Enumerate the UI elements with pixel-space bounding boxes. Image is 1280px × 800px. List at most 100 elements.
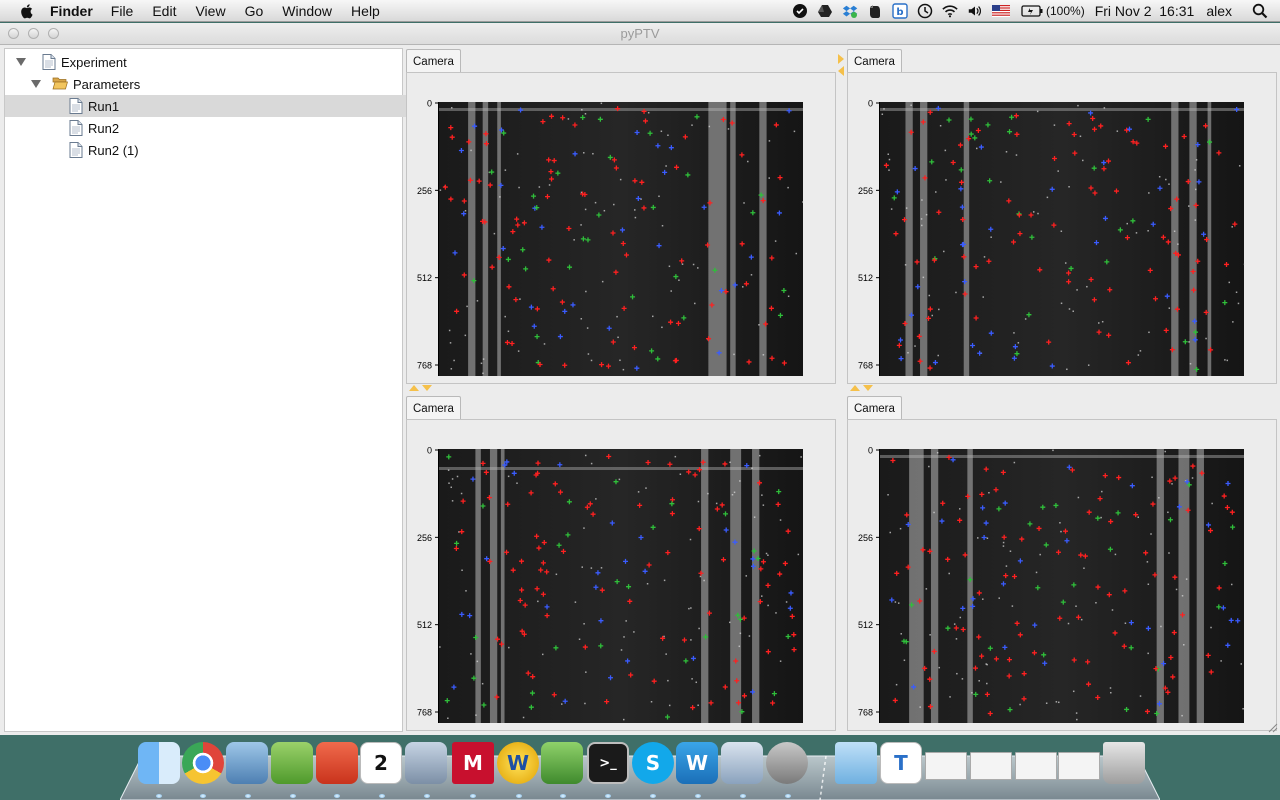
- window-thumb-icon[interactable]: [1058, 752, 1100, 780]
- camera-tab-1[interactable]: Camera 1: [406, 49, 461, 92]
- particle-speck: [660, 130, 663, 133]
- camera-image-plot[interactable]: 0 256 512 768: [848, 73, 1276, 383]
- chrome-icon[interactable]: [182, 742, 224, 784]
- menu-app-name[interactable]: Finder: [50, 3, 93, 19]
- window-thumb-icon[interactable]: [925, 752, 967, 780]
- particle-speck: [697, 267, 699, 269]
- window-thumb-icon[interactable]: [970, 752, 1012, 780]
- particle-speck: [887, 494, 889, 496]
- tube-wall-highlight: [497, 102, 501, 376]
- wing-icon[interactable]: W: [497, 742, 539, 784]
- evernote-icon[interactable]: [271, 742, 313, 784]
- drive-tray-icon[interactable]: [817, 3, 833, 19]
- resize-grip-icon[interactable]: [1266, 721, 1278, 733]
- volume-icon[interactable]: [967, 3, 983, 19]
- y-tick-label: 512: [858, 273, 873, 283]
- tree-node-run1[interactable]: Run1: [5, 95, 466, 117]
- tree-node-run2-copy[interactable]: Run2 (1): [5, 139, 466, 161]
- particle-speck: [888, 169, 890, 171]
- rocket-icon[interactable]: [766, 742, 808, 784]
- menu-go[interactable]: Go: [245, 3, 264, 19]
- particle-speck: [633, 631, 635, 633]
- particle-speck: [1235, 291, 1238, 294]
- trash-icon[interactable]: [1103, 742, 1145, 784]
- dropbox-tray-icon[interactable]: [842, 3, 858, 19]
- camera-image-plot[interactable]: 0 256 512 768: [848, 420, 1276, 730]
- menu-edit[interactable]: Edit: [152, 3, 176, 19]
- disclosure-open-icon[interactable]: [31, 79, 41, 89]
- splitter-handle-icon[interactable]: [849, 384, 879, 392]
- finder-icon[interactable]: [138, 742, 180, 784]
- particle-speck: [476, 300, 479, 302]
- particle-speck: [584, 113, 587, 115]
- textedit-icon[interactable]: T: [880, 742, 922, 784]
- camera-tab-2[interactable]: Camera 2: [847, 49, 902, 92]
- close-window-button[interactable]: [8, 28, 19, 39]
- wifi-icon[interactable]: [942, 3, 958, 19]
- us-flag-icon[interactable]: [992, 3, 1011, 19]
- disclosure-open-icon[interactable]: [16, 57, 26, 67]
- particle-speck: [1211, 502, 1213, 505]
- camera-view-2[interactable]: 0 256 512 768: [847, 72, 1277, 384]
- menu-view[interactable]: View: [195, 3, 225, 19]
- battery-icon[interactable]: [1021, 3, 1043, 19]
- particle-speck: [975, 147, 978, 150]
- word-icon[interactable]: W: [676, 742, 718, 784]
- time-machine-tray-icon[interactable]: [917, 3, 933, 19]
- zoom-window-button[interactable]: [48, 28, 59, 39]
- camera-view-4[interactable]: 0 256 512 768: [847, 419, 1277, 731]
- particle-speck: [620, 649, 623, 651]
- todo-icon[interactable]: [316, 742, 358, 784]
- iphoto-icon[interactable]: [405, 742, 447, 784]
- tube-wall-highlight: [500, 449, 505, 723]
- camera-view-3[interactable]: 0 256 512 768: [406, 419, 836, 731]
- window-titlebar[interactable]: pyPTV: [0, 23, 1280, 45]
- particle-speck: [1077, 104, 1079, 107]
- particle-speck: [955, 291, 957, 294]
- splitter-handle-icon[interactable]: [837, 52, 845, 78]
- particle-speck: [971, 692, 973, 694]
- minimize-window-button[interactable]: [28, 28, 39, 39]
- particle-speck: [516, 482, 518, 484]
- particle-speck: [1015, 154, 1018, 156]
- apple-icon[interactable]: [18, 2, 36, 20]
- camera-tab-3[interactable]: Camera 3: [406, 396, 461, 439]
- particle-speck: [1194, 169, 1196, 171]
- spotlight-search-icon[interactable]: [1252, 3, 1268, 19]
- splitter-handle-icon[interactable]: [408, 384, 438, 392]
- tree-node-run2[interactable]: Run2: [5, 117, 466, 139]
- mendeley-icon[interactable]: M: [452, 742, 494, 784]
- particle-speck: [690, 607, 692, 609]
- terminal-icon[interactable]: >_: [587, 742, 629, 784]
- clock[interactable]: Fri Nov 2 16:31: [1095, 3, 1195, 19]
- particle-speck: [748, 635, 751, 637]
- menu-window[interactable]: Window: [282, 3, 332, 19]
- particle-speck: [953, 623, 956, 625]
- tube-wall-highlight: [1196, 449, 1204, 723]
- word-glyph: W: [685, 751, 709, 775]
- mail-icon[interactable]: [226, 742, 268, 784]
- particle-speck: [961, 678, 964, 680]
- skype-icon[interactable]: S: [632, 742, 674, 784]
- evernote-tray-icon[interactable]: [867, 3, 883, 19]
- menu-file[interactable]: File: [111, 3, 134, 19]
- camera-image-plot[interactable]: 0 256 512 768: [407, 420, 835, 730]
- particle-speck: [650, 700, 653, 703]
- tree-node-experiment[interactable]: Experiment: [5, 51, 413, 73]
- github-icon[interactable]: [721, 742, 763, 784]
- camera-tab-4[interactable]: Camera 4: [847, 396, 902, 439]
- tube-wall-highlight: [730, 102, 736, 376]
- bluetooth-box-tray-icon[interactable]: b: [892, 2, 908, 19]
- calendar-icon[interactable]: 2: [360, 742, 402, 784]
- experiment-tree[interactable]: Experiment Parameters Run1 Run2 Run2 (1): [4, 48, 466, 732]
- python-icon[interactable]: [541, 742, 583, 784]
- camera-view-1[interactable]: 0 256 512 768: [406, 72, 836, 384]
- camera-image-plot[interactable]: 0 256 512 768: [407, 73, 835, 383]
- skype-tray-icon[interactable]: [792, 3, 808, 19]
- tree-node-parameters[interactable]: Parameters: [5, 73, 428, 95]
- user-name[interactable]: alex: [1206, 3, 1232, 19]
- menu-help[interactable]: Help: [351, 3, 380, 19]
- folder-icon[interactable]: [835, 742, 877, 784]
- status-tray: b (100%) Fri Nov 2 16:31 alex: [792, 0, 1280, 22]
- window-thumb-icon[interactable]: [1015, 752, 1057, 780]
